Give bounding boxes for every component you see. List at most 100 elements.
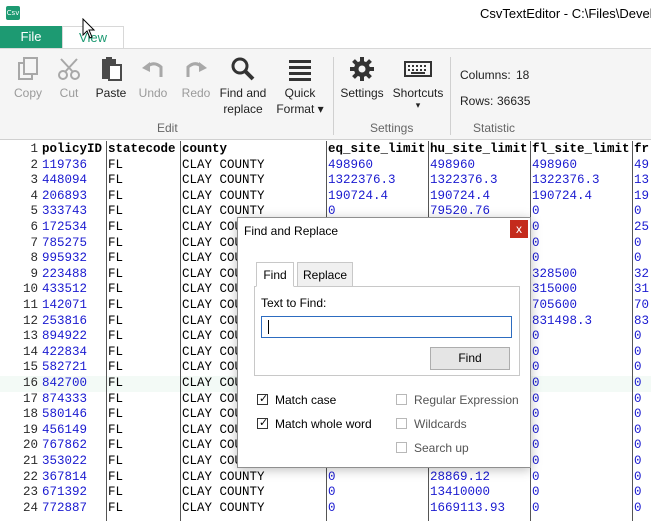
table-cell[interactable]: 0 xyxy=(634,329,651,343)
table-cell[interactable]: 328500 xyxy=(532,267,632,281)
table-cell[interactable]: 0 xyxy=(532,220,632,234)
table-cell[interactable]: FL xyxy=(108,298,180,312)
table-cell[interactable]: 172534 xyxy=(42,220,106,234)
table-cell[interactable]: 0 xyxy=(532,423,632,437)
table-cell[interactable]: FL xyxy=(108,314,180,328)
table-cell[interactable]: 0 xyxy=(532,360,632,374)
redo-button[interactable]: Redo xyxy=(177,55,215,101)
table-cell[interactable]: FL xyxy=(108,407,180,421)
table-cell[interactable]: 70 xyxy=(634,298,651,312)
table-cell[interactable]: 894922 xyxy=(42,329,106,343)
table-cell[interactable]: CLAY COUNTY xyxy=(182,189,326,203)
table-cell[interactable]: CLAY COUNTY xyxy=(182,485,326,499)
table-cell[interactable]: 433512 xyxy=(42,282,106,296)
table-cell[interactable]: FL xyxy=(108,376,180,390)
table-cell[interactable]: 190724.4 xyxy=(532,189,632,203)
shortcuts-button[interactable]: Shortcuts ▾ xyxy=(390,55,446,113)
table-cell[interactable]: 253816 xyxy=(42,314,106,328)
table-cell[interactable]: 767862 xyxy=(42,438,106,452)
table-cell[interactable]: FL xyxy=(108,501,180,515)
table-cell[interactable]: FL xyxy=(108,189,180,203)
table-cell[interactable]: 0 xyxy=(532,392,632,406)
table-cell[interactable]: 1322376.3 xyxy=(430,173,530,187)
table-cell[interactable]: 190724.4 xyxy=(328,189,428,203)
table-cell[interactable]: 0 xyxy=(328,485,428,499)
table-cell[interactable]: 333743 xyxy=(42,204,106,218)
table-cell[interactable]: 785275 xyxy=(42,236,106,250)
table-cell[interactable]: 0 xyxy=(532,204,632,218)
table-cell[interactable]: FL xyxy=(108,204,180,218)
table-cell[interactable]: 0 xyxy=(634,376,651,390)
table-cell[interactable]: 0 xyxy=(634,470,651,484)
table-cell[interactable]: CLAY COUNTY xyxy=(182,158,326,172)
table-cell[interactable]: 190724.4 xyxy=(430,189,530,203)
table-cell[interactable]: FL xyxy=(108,220,180,234)
table-cell[interactable]: 0 xyxy=(634,407,651,421)
wildcards-checkbox[interactable]: Wildcards xyxy=(396,417,467,431)
table-cell[interactable]: 0 xyxy=(532,345,632,359)
table-cell[interactable]: 13410000 xyxy=(430,485,530,499)
quick-format-button[interactable]: Quick Format ▾ xyxy=(274,55,326,117)
table-cell[interactable]: 0 xyxy=(532,329,632,343)
table-cell[interactable]: CLAY COUNTY xyxy=(182,470,326,484)
text-to-find-input[interactable] xyxy=(261,316,512,338)
table-cell[interactable]: FL xyxy=(108,485,180,499)
match-whole-word-checkbox[interactable]: ✓ Match whole word xyxy=(257,417,372,431)
table-cell[interactable]: 0 xyxy=(634,454,651,468)
table-cell[interactable]: 206893 xyxy=(42,189,106,203)
table-cell[interactable]: FL xyxy=(108,423,180,437)
table-cell[interactable]: FL xyxy=(108,392,180,406)
table-cell[interactable]: FL xyxy=(108,236,180,250)
table-cell[interactable]: 0 xyxy=(532,251,632,265)
table-cell[interactable]: 0 xyxy=(634,485,651,499)
table-cell[interactable]: FL xyxy=(108,158,180,172)
cut-button[interactable]: Cut xyxy=(52,55,86,101)
table-cell[interactable]: 0 xyxy=(634,345,651,359)
table-cell[interactable]: FL xyxy=(108,173,180,187)
table-cell[interactable]: 25 xyxy=(634,220,651,234)
table-cell[interactable]: 0 xyxy=(634,251,651,265)
table-cell[interactable]: FL xyxy=(108,470,180,484)
table-cell[interactable]: 353022 xyxy=(42,454,106,468)
table-cell[interactable]: 448094 xyxy=(42,173,106,187)
table-cell[interactable]: 582721 xyxy=(42,360,106,374)
table-cell[interactable]: 1669113.93 xyxy=(430,501,530,515)
table-cell[interactable]: CLAY COUNTY xyxy=(182,173,326,187)
table-cell[interactable]: 874333 xyxy=(42,392,106,406)
table-cell[interactable]: 0 xyxy=(634,360,651,374)
table-cell[interactable]: 498960 xyxy=(430,158,530,172)
table-cell[interactable]: FL xyxy=(108,454,180,468)
table-cell[interactable]: 0 xyxy=(634,438,651,452)
table-cell[interactable]: 0 xyxy=(634,501,651,515)
table-cell[interactable]: 0 xyxy=(634,423,651,437)
table-cell[interactable]: CLAY COUNTY xyxy=(182,501,326,515)
tab-file[interactable]: File xyxy=(0,26,62,48)
table-cell[interactable]: 580146 xyxy=(42,407,106,421)
table-cell[interactable]: 0 xyxy=(532,470,632,484)
table-cell[interactable]: FL xyxy=(108,329,180,343)
paste-button[interactable]: Paste xyxy=(92,55,130,101)
table-cell[interactable]: 13 xyxy=(634,173,651,187)
table-cell[interactable]: 0 xyxy=(328,501,428,515)
table-cell[interactable]: 315000 xyxy=(532,282,632,296)
tab-replace[interactable]: Replace xyxy=(297,262,353,287)
copy-button[interactable]: Copy xyxy=(10,55,46,101)
regular-expression-checkbox[interactable]: Regular Expression xyxy=(396,393,519,407)
table-cell[interactable]: 0 xyxy=(634,204,651,218)
table-cell[interactable]: 705600 xyxy=(532,298,632,312)
table-cell[interactable]: 0 xyxy=(532,376,632,390)
table-cell[interactable]: FL xyxy=(108,345,180,359)
table-cell[interactable]: 83 xyxy=(634,314,651,328)
table-cell[interactable]: 1322376.3 xyxy=(328,173,428,187)
table-cell[interactable]: FL xyxy=(108,438,180,452)
column-header[interactable]: statecode xyxy=(108,142,180,156)
table-cell[interactable]: 32 xyxy=(634,267,651,281)
column-header[interactable]: hu_site_limit xyxy=(430,142,530,156)
table-cell[interactable]: 772887 xyxy=(42,501,106,515)
table-cell[interactable]: 119736 xyxy=(42,158,106,172)
table-cell[interactable]: 842700 xyxy=(42,376,106,390)
column-header[interactable]: fl_site_limit xyxy=(532,142,632,156)
table-cell[interactable]: 0 xyxy=(634,236,651,250)
table-cell[interactable]: 19 xyxy=(634,189,651,203)
table-cell[interactable]: FL xyxy=(108,282,180,296)
